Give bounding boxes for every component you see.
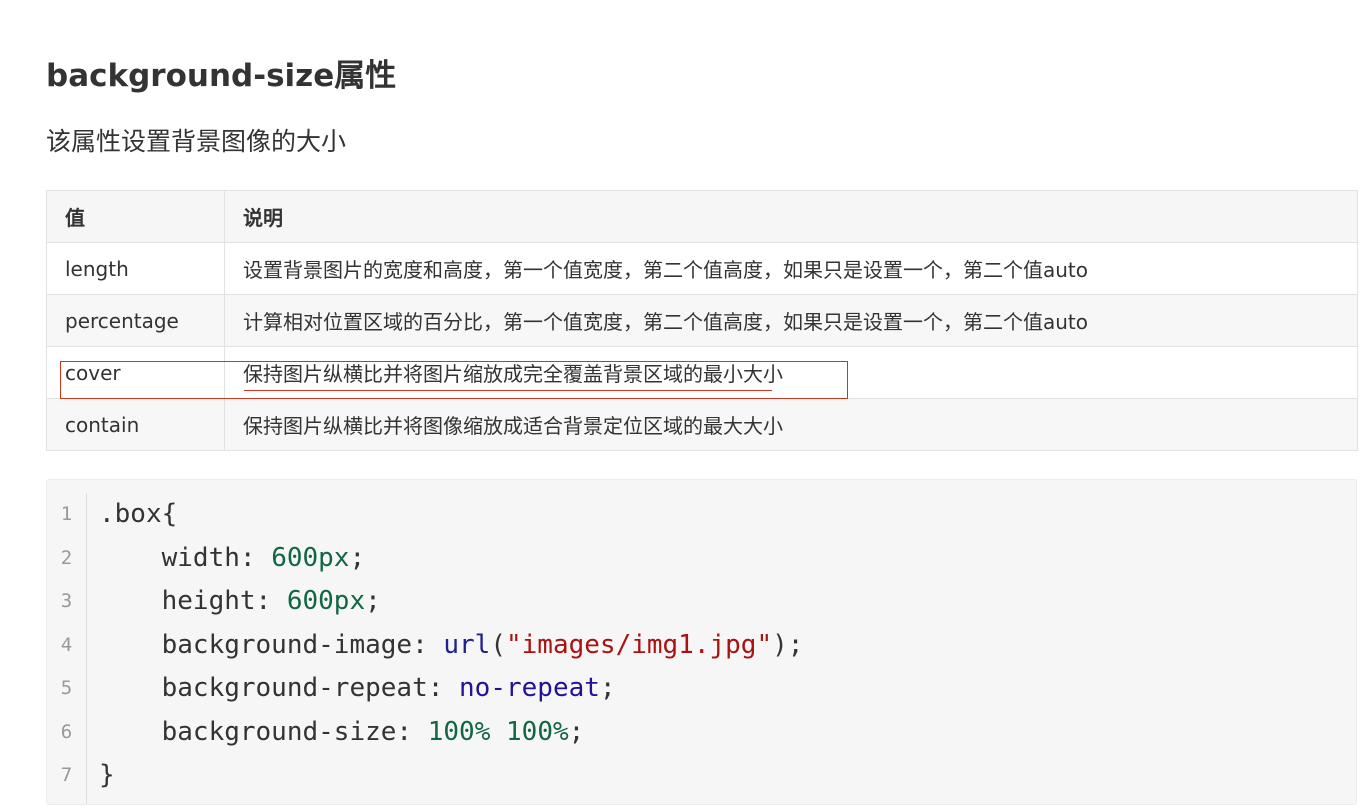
row-value: cover xyxy=(46,346,225,399)
code-line: .box{ xyxy=(99,493,803,537)
code-property: background-image: xyxy=(99,629,444,660)
row-value: percentage xyxy=(46,294,225,347)
line-number: 1 xyxy=(60,503,73,525)
code-lines: .box{ width: 600px; height: 600px; backg… xyxy=(99,493,803,798)
table-row: length 设置背景图片的宽度和高度，第一个值宽度，第二个值高度，如果只是设置… xyxy=(46,242,1358,295)
code-line: height: 600px; xyxy=(99,580,803,624)
line-number: 7 xyxy=(60,764,73,786)
property-values-table: 值 说明 length 设置背景图片的宽度和高度，第一个值宽度，第二个值高度，如… xyxy=(46,190,1358,451)
code-line: width: 600px; xyxy=(99,537,803,581)
code-token: no-repeat xyxy=(459,673,600,703)
code-property: .box{ xyxy=(99,499,178,529)
header-value: 值 xyxy=(46,190,225,243)
line-number-gutter: 1 2 3 4 5 6 7 xyxy=(47,493,87,804)
code-property: background-repeat: xyxy=(99,673,460,703)
code-token: ; xyxy=(568,716,585,747)
line-number: 5 xyxy=(60,677,73,699)
code-token: ; xyxy=(599,673,616,703)
code-line: background-image: url("images/img1.jpg")… xyxy=(99,624,804,668)
line-number: 6 xyxy=(60,720,73,743)
line-number: 2 xyxy=(60,546,73,569)
row-description: 计算相对位置区域的百分比，第一个值宽度，第二个值高度，如果只是设置一个，第二个值… xyxy=(224,294,1358,347)
page-title: background-size属性 xyxy=(46,58,397,94)
row-description: 保持图片纵横比并将图片缩放成完全覆盖背景区域的最小大小 xyxy=(224,346,1358,399)
code-token: ; xyxy=(365,586,381,616)
code-property: background-size: xyxy=(99,716,428,747)
table-row-highlighted: cover 保持图片纵横比并将图片缩放成完全覆盖背景区域的最小大小 xyxy=(46,346,1358,399)
values-table: 值 说明 length 设置背景图片的宽度和高度，第一个值宽度，第二个值高度，如… xyxy=(46,190,1358,451)
code-token: 100% xyxy=(506,716,569,747)
code-token: 100% xyxy=(427,716,491,747)
row-value: contain xyxy=(46,398,225,451)
row-description: 保持图片纵横比并将图像缩放成适合背景定位区域的最大大小 xyxy=(224,398,1358,451)
page-description: 该属性设置背景图像的大小 xyxy=(46,127,347,156)
table-header-row: 值 说明 xyxy=(46,190,1358,243)
page: background-size属性 该属性设置背景图像的大小 值 说明 leng… xyxy=(0,0,1366,810)
code-token: "images/img1.jpg" xyxy=(506,629,773,660)
code-token: 600px xyxy=(286,586,366,616)
code-token: ; xyxy=(349,542,366,573)
code-block[interactable]: 1 2 3 4 5 6 7 .box{ width: 600px; height… xyxy=(46,479,1357,805)
line-number: 4 xyxy=(60,633,73,656)
code-line: background-repeat: no-repeat; xyxy=(99,667,803,711)
code-property: height: xyxy=(99,586,287,616)
line-number: 3 xyxy=(60,590,73,612)
row-description: 设置背景图片的宽度和高度，第一个值宽度，第二个值高度，如果只是设置一个，第二个值… xyxy=(224,242,1358,295)
table-row: contain 保持图片纵横比并将图像缩放成适合背景定位区域的最大大小 xyxy=(46,398,1358,451)
code-token: ( xyxy=(490,629,506,660)
code-property: width: xyxy=(99,542,272,573)
code-property: } xyxy=(99,760,115,790)
code-token: ); xyxy=(772,629,804,660)
code-line: background-size: 100% 100%; xyxy=(99,711,803,755)
code-line: } xyxy=(99,754,803,798)
code-token: 600px xyxy=(271,542,350,573)
row-value: length xyxy=(46,242,225,295)
code-token: url xyxy=(443,629,491,660)
header-description: 说明 xyxy=(224,190,1358,243)
table-row: percentage 计算相对位置区域的百分比，第一个值宽度，第二个值高度，如果… xyxy=(46,294,1358,347)
